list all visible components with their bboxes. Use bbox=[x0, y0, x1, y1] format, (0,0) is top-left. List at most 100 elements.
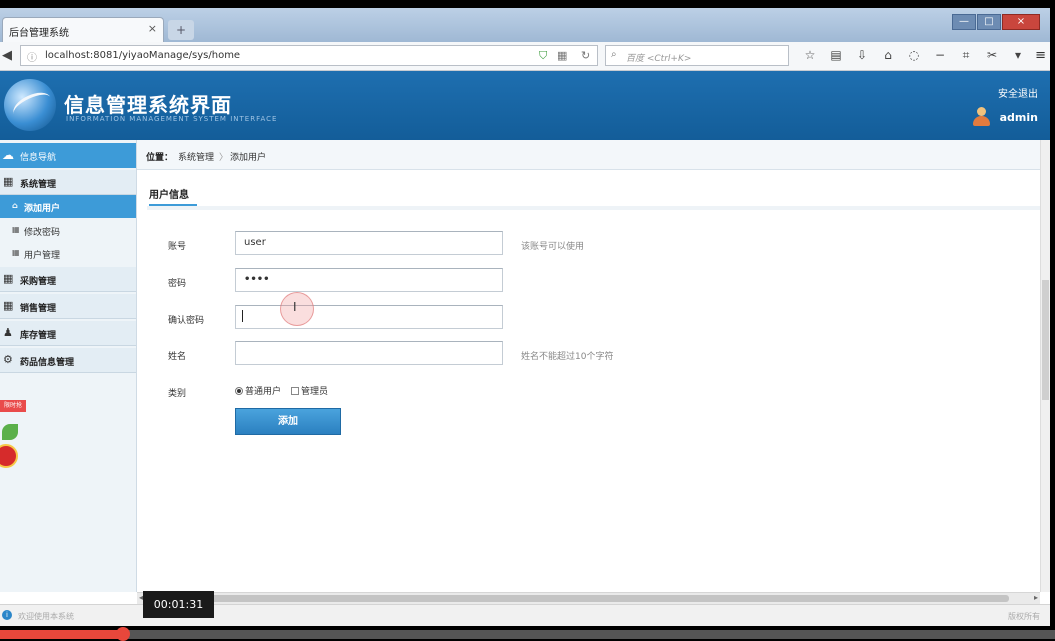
logo-globe-icon bbox=[4, 79, 56, 131]
menu-inventory[interactable]: ♟ 库存管理 bbox=[0, 321, 136, 346]
maximize-button[interactable]: □ bbox=[977, 14, 1001, 30]
grid-icon: ▦ bbox=[12, 248, 20, 257]
tab-close-icon[interactable]: × bbox=[148, 22, 157, 35]
ad-badge-icon bbox=[0, 444, 18, 468]
password-label: 密码 bbox=[168, 279, 187, 289]
scroll-thumb[interactable] bbox=[1042, 280, 1049, 400]
confirm-password-input[interactable] bbox=[235, 305, 503, 329]
home-icon[interactable]: ⌂ bbox=[875, 48, 901, 63]
info-icon: i bbox=[2, 610, 12, 620]
browser-window: 后台管理系统 × + — □ × ◀ ⓘ localhost:8081/yiya… bbox=[0, 8, 1050, 626]
logout-link[interactable]: 安全退出 bbox=[998, 85, 1038, 100]
search-icon: ⌕ bbox=[611, 49, 617, 60]
menu-system[interactable]: ▦ 系统管理 bbox=[0, 170, 136, 195]
window-controls: — □ × bbox=[951, 14, 1040, 30]
download-icon[interactable]: ⇩ bbox=[849, 48, 875, 63]
section-divider bbox=[147, 206, 1047, 210]
minimize-button[interactable]: — bbox=[952, 14, 976, 30]
breadcrumb-separator: 〉 bbox=[219, 153, 229, 163]
menu-label: 库存管理 bbox=[20, 331, 57, 341]
search-box[interactable]: ⌕ 百度 <Ctrl+K> bbox=[605, 45, 789, 66]
submenu-label: 添加用户 bbox=[24, 204, 61, 214]
reading-list-icon[interactable]: ▤ bbox=[823, 48, 849, 63]
ad-tag: 限时抢 bbox=[0, 400, 26, 412]
url-text: localhost:8081/yiyaoManage/sys/home bbox=[45, 50, 241, 61]
ad-leaf-icon bbox=[2, 424, 18, 440]
extension-icon[interactable]: ◌ bbox=[901, 48, 927, 63]
reload-icon[interactable]: ↻ bbox=[581, 49, 590, 62]
text-cursor-icon: I bbox=[293, 300, 297, 314]
site-info-icon[interactable]: ⓘ bbox=[27, 49, 37, 64]
home-icon: ⌂ bbox=[12, 201, 18, 210]
crop-icon[interactable]: ⌗ bbox=[953, 48, 979, 63]
checkbox-admin[interactable] bbox=[291, 386, 300, 395]
name-label: 姓名 bbox=[168, 352, 187, 362]
qr-code-icon[interactable]: ▦ bbox=[557, 49, 567, 62]
calendar-icon: ▦ bbox=[3, 272, 14, 285]
account-input[interactable]: user bbox=[235, 231, 503, 255]
add-button[interactable]: 添加 bbox=[235, 408, 341, 435]
status-text: 欢迎使用本系统 bbox=[18, 612, 74, 621]
name-hint: 姓名不能超过10个字符 bbox=[521, 352, 614, 362]
sidebar: ☁ 信息导航 ▦ 系统管理 ⌂ 添加用户 ▦ 修改密码 ▦ 用户管理 ▦ 采购管… bbox=[0, 140, 137, 592]
video-timestamp: 00:01:31 bbox=[143, 591, 214, 618]
vertical-scrollbar[interactable] bbox=[1040, 140, 1050, 592]
username: admin bbox=[999, 111, 1038, 124]
navigation-bar: ◀ ⓘ localhost:8081/yiyaoManage/sys/home … bbox=[0, 42, 1050, 71]
scroll-right-icon[interactable]: ▸ bbox=[1034, 593, 1038, 602]
browser-tab[interactable]: 后台管理系统 × bbox=[2, 17, 164, 42]
floating-ad[interactable]: 限时抢 bbox=[0, 400, 28, 470]
account-label: 账号 bbox=[168, 242, 187, 252]
checkbox-admin-label: 管理员 bbox=[301, 387, 329, 397]
scroll-thumb[interactable] bbox=[149, 595, 1009, 602]
users-icon: ♟ bbox=[3, 326, 13, 339]
account-hint: 该账号可以使用 bbox=[521, 242, 585, 252]
user-avatar-icon bbox=[972, 107, 990, 127]
confirm-password-label: 确认密码 bbox=[168, 316, 205, 326]
grid-icon: ▦ bbox=[12, 225, 20, 234]
toolbar-icons: ☆ ▤ ⇩ ⌂ ◌ − ⌗ ✂ ▾ bbox=[797, 48, 1031, 63]
dropdown-icon[interactable]: ▾ bbox=[1005, 48, 1031, 63]
shield-icon[interactable]: ⛉ bbox=[539, 49, 547, 63]
breadcrumb-system[interactable]: 系统管理 bbox=[178, 150, 214, 163]
menu-label: 销售管理 bbox=[20, 304, 57, 314]
calendar-icon: ▦ bbox=[3, 299, 14, 312]
submenu-change-password[interactable]: ▦ 修改密码 bbox=[0, 219, 136, 242]
close-window-button[interactable]: × bbox=[1002, 14, 1040, 30]
status-right-text: 版权所有 bbox=[1008, 612, 1040, 621]
name-input[interactable] bbox=[235, 341, 503, 365]
menu-purchase[interactable]: ▦ 采购管理 bbox=[0, 267, 136, 292]
sidebar-header[interactable]: ☁ 信息导航 bbox=[0, 143, 136, 168]
back-arrow-icon[interactable]: ◀ bbox=[2, 48, 18, 64]
submenu-user-management[interactable]: ▦ 用户管理 bbox=[0, 242, 136, 265]
tab-title: 后台管理系统 bbox=[9, 28, 69, 39]
video-progress-track[interactable] bbox=[0, 630, 1055, 639]
site-title: 信息管理系统界面 bbox=[64, 93, 232, 117]
breadcrumb-add-user[interactable]: 添加用户 bbox=[230, 150, 266, 163]
bookmark-star-icon[interactable]: ☆ bbox=[797, 48, 823, 63]
sidebar-header-label: 信息导航 bbox=[20, 153, 57, 163]
breadcrumb-label: 位置： bbox=[146, 153, 174, 163]
address-bar[interactable]: ⓘ localhost:8081/yiyaoManage/sys/home ⛉ … bbox=[20, 45, 598, 66]
submenu-label: 修改密码 bbox=[24, 228, 61, 238]
calendar-icon: ▦ bbox=[3, 175, 14, 188]
password-input[interactable]: •••• bbox=[235, 268, 503, 292]
new-tab-button[interactable]: + bbox=[168, 20, 194, 40]
site-header: 信息管理系统界面 INFORMATION MANAGEMENT SYSTEM I… bbox=[0, 71, 1050, 140]
page-viewport: 信息管理系统界面 INFORMATION MANAGEMENT SYSTEM I… bbox=[0, 71, 1050, 626]
gears-icon: ⚙ bbox=[3, 353, 13, 366]
addon-icon[interactable]: ✂ bbox=[979, 48, 1005, 63]
tab-user-info[interactable]: 用户信息 bbox=[149, 186, 189, 201]
type-options: 普通用户 管理员 bbox=[235, 384, 328, 397]
menu-drug-info[interactable]: ⚙ 药品信息管理 bbox=[0, 348, 136, 373]
minus-icon[interactable]: − bbox=[927, 48, 953, 63]
hamburger-menu-icon[interactable]: ≡ bbox=[1035, 48, 1046, 63]
main-content: 位置： 系统管理 〉 添加用户 用户信息 账号 user 该账号可以使用 密码 … bbox=[137, 140, 1050, 592]
menu-sales[interactable]: ▦ 销售管理 bbox=[0, 294, 136, 319]
site-subtitle: INFORMATION MANAGEMENT SYSTEM INTERFACE bbox=[66, 115, 278, 123]
radio-normal-user[interactable] bbox=[235, 386, 243, 395]
submenu-add-user[interactable]: ⌂ 添加用户 bbox=[0, 195, 136, 218]
tab-bar: 后台管理系统 × + — □ × bbox=[0, 8, 1050, 42]
video-progress-fill bbox=[0, 630, 124, 639]
menu-label: 系统管理 bbox=[20, 180, 57, 190]
